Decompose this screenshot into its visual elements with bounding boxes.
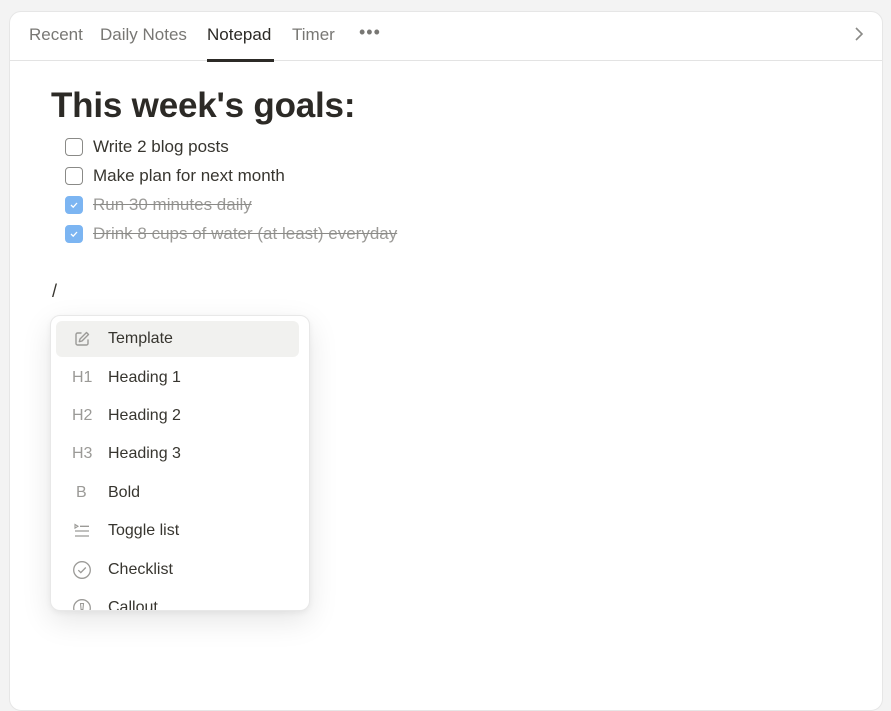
menu-item-callout[interactable]: Callout xyxy=(56,590,299,611)
checkbox[interactable] xyxy=(65,167,83,185)
checklist-icon xyxy=(72,560,108,580)
menu-item-label: Heading 3 xyxy=(108,445,181,462)
tab-timer[interactable]: Timer xyxy=(292,25,335,45)
menu-item-checklist[interactable]: Checklist xyxy=(56,552,299,588)
menu-item-toggle-list[interactable]: Toggle list xyxy=(56,513,299,549)
menu-item-heading-3[interactable]: H3 Heading 3 xyxy=(56,436,299,472)
edit-icon xyxy=(72,329,108,349)
todo-text[interactable]: Run 30 minutes daily xyxy=(93,195,252,215)
menu-item-label: Callout xyxy=(108,599,158,611)
heading1-icon: H1 xyxy=(72,369,93,386)
chevron-right-icon[interactable] xyxy=(852,24,866,44)
checkbox-checked[interactable] xyxy=(65,196,83,214)
heading3-icon: H3 xyxy=(72,445,93,462)
menu-item-label: Template xyxy=(108,330,173,347)
tab-recent[interactable]: Recent xyxy=(29,25,83,45)
tab-notepad[interactable]: Notepad xyxy=(207,25,271,45)
menu-item-heading-1[interactable]: H1 Heading 1 xyxy=(56,360,299,396)
menu-item-label: Heading 1 xyxy=(108,369,181,386)
callout-icon xyxy=(72,598,108,610)
current-input-line[interactable]: / xyxy=(52,281,57,302)
slash-command-menu: Template H1 Heading 1 H2 Heading 2 H3 He… xyxy=(50,315,310,611)
todo-item: Make plan for next month xyxy=(65,164,285,188)
todo-text[interactable]: Make plan for next month xyxy=(93,166,285,186)
menu-item-bold[interactable]: B Bold xyxy=(56,475,299,511)
toggle-list-icon xyxy=(72,521,108,541)
more-tabs-button[interactable]: ••• xyxy=(359,22,381,43)
checkbox[interactable] xyxy=(65,138,83,156)
todo-item: Run 30 minutes daily xyxy=(65,193,252,217)
todo-text[interactable]: Write 2 blog posts xyxy=(93,137,229,157)
tab-bar: Recent Daily Notes Notepad Timer ••• xyxy=(10,12,882,62)
check-icon xyxy=(70,202,78,209)
todo-item: Write 2 blog posts xyxy=(65,135,229,159)
menu-item-label: Bold xyxy=(108,484,141,501)
todo-text[interactable]: Drink 8 cups of water (at least) everyda… xyxy=(93,224,397,244)
menu-item-heading-2[interactable]: H2 Heading 2 xyxy=(56,398,299,434)
heading2-icon: H2 xyxy=(72,407,93,424)
tab-daily-notes[interactable]: Daily Notes xyxy=(100,25,187,45)
menu-item-label: Toggle list xyxy=(108,522,180,539)
note-heading[interactable]: This week's goals: xyxy=(51,86,355,126)
todo-item: Drink 8 cups of water (at least) everyda… xyxy=(65,222,397,246)
menu-item-label: Checklist xyxy=(108,561,173,578)
menu-item-label: Heading 2 xyxy=(108,407,181,424)
bold-icon: B xyxy=(76,484,87,501)
note-editor[interactable]: This week's goals: Write 2 blog posts Ma… xyxy=(10,62,882,710)
check-icon xyxy=(70,231,78,238)
checkbox-checked[interactable] xyxy=(65,225,83,243)
notepad-panel: Recent Daily Notes Notepad Timer ••• Thi… xyxy=(9,11,883,711)
menu-item-template[interactable]: Template xyxy=(56,321,299,357)
